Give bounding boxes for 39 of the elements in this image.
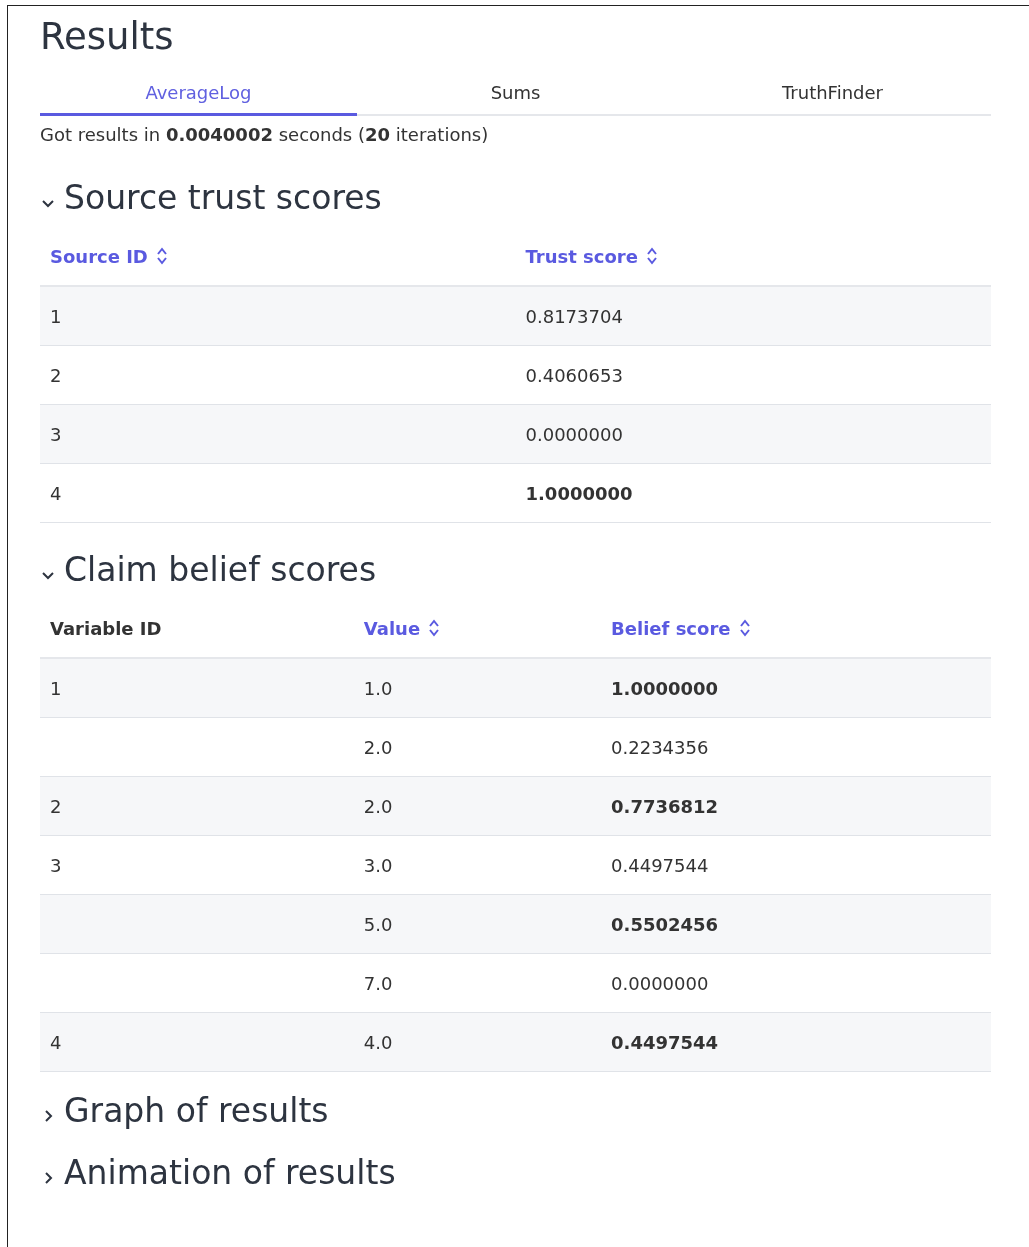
- table-cell: 0.5502456: [601, 894, 991, 954]
- sort-icon: [428, 618, 441, 638]
- sort-icon: [645, 246, 658, 266]
- table-cell: 0.7736812: [601, 776, 991, 836]
- tab[interactable]: Sums: [357, 82, 674, 116]
- table-cell: 1.0000000: [515, 463, 991, 523]
- table-cell: 1: [40, 658, 354, 718]
- section-heading[interactable]: Source trust scores: [40, 175, 382, 221]
- table-cell: 0.2234356: [601, 717, 991, 777]
- table-cell: 7.0: [353, 953, 602, 1013]
- table-cell: 0.4497544: [601, 835, 991, 895]
- section-heading[interactable]: Animation of results: [40, 1150, 396, 1196]
- page-title: Results: [40, 14, 175, 60]
- table-cell: 0.4497544: [601, 1012, 991, 1072]
- section-heading[interactable]: Claim belief scores: [40, 547, 377, 593]
- table-cell: 1.0000000: [601, 658, 991, 718]
- tab[interactable]: TruthFinder: [674, 82, 991, 116]
- table-cell: 2.0: [353, 717, 602, 777]
- table-cell: 1: [40, 286, 516, 346]
- table-cell: 0.0000000: [601, 953, 991, 1013]
- table-cell: 0.4060653: [515, 345, 991, 405]
- table-cell: 0.8173704: [515, 286, 991, 346]
- tab[interactable]: AverageLog: [40, 82, 357, 116]
- table-cell: 5.0: [353, 894, 602, 954]
- sort-icon: [738, 618, 751, 638]
- table-cell: 1.0: [353, 658, 602, 718]
- section-heading[interactable]: Graph of results: [40, 1088, 329, 1134]
- table-cell: 4: [40, 463, 516, 523]
- table-cell: 2: [40, 776, 354, 836]
- table-cell: 3.0: [353, 835, 602, 895]
- sort-icon: [155, 246, 168, 266]
- table-cell: 3: [40, 835, 354, 895]
- table-cell: 2: [40, 345, 516, 405]
- table-cell: 4: [40, 1012, 354, 1072]
- table-cell: 4.0: [353, 1012, 602, 1072]
- table-cell: 3: [40, 404, 516, 464]
- table-cell: 0.0000000: [515, 404, 991, 464]
- table-cell: 2.0: [353, 776, 602, 836]
- results-summary: Got results in 0.0040002 seconds (20 iterations): [40, 124, 490, 145]
